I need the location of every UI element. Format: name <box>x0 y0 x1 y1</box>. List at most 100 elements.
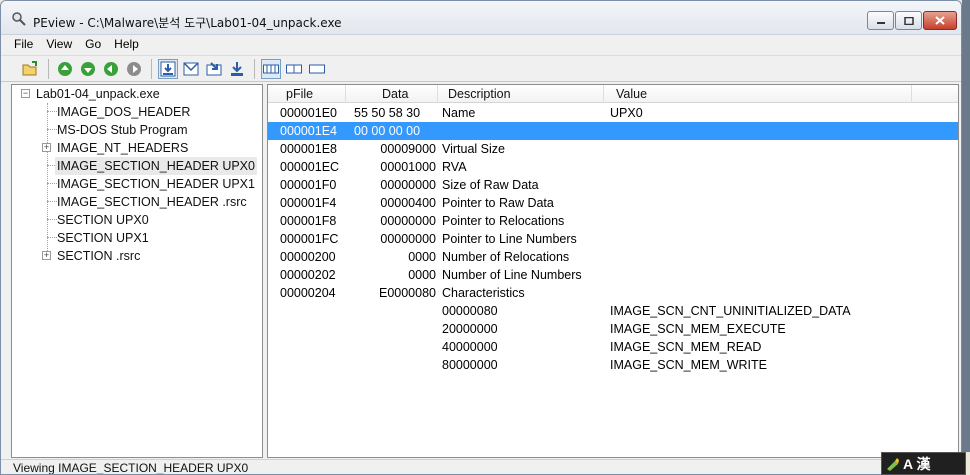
column-header-value[interactable]: Value <box>604 85 912 103</box>
view-export-button[interactable] <box>227 59 247 79</box>
tree-expand-toggle[interactable]: + <box>42 251 51 260</box>
tree-item-dos-header[interactable]: IMAGE_DOS_HEADER <box>57 103 190 121</box>
tree-item-section-upx0[interactable]: SECTION UPX0 <box>57 211 149 229</box>
desktop-background <box>962 0 970 452</box>
minimize-button[interactable] <box>867 11 894 30</box>
tree-connector <box>47 129 57 130</box>
status-text: Viewing IMAGE_SECTION_HEADER UPX0 <box>13 461 249 475</box>
cell-value: IMAGE_SCN_MEM_WRITE <box>610 358 767 372</box>
cell-description: 80000000 <box>442 358 498 372</box>
table-row[interactable]: 00000204 E0000080 Characteristics <box>268 284 958 302</box>
view-byte-button[interactable] <box>261 58 281 79</box>
table-row[interactable]: 00000080 IMAGE_SCN_CNT_UNINITIALIZED_DATA <box>268 302 958 320</box>
table-row[interactable]: 00000200 0000 Number of Relocations <box>268 248 958 266</box>
home-icon <box>58 61 72 76</box>
tree-item-dos-stub[interactable]: MS-DOS Stub Program <box>57 121 188 139</box>
title-bar[interactable]: PEview - C:\Malware\분석 도구\Lab01-04_unpac… <box>1 1 961 35</box>
column-header-pfile[interactable]: pFile <box>268 85 346 103</box>
forward-button[interactable] <box>101 59 121 79</box>
cell-description: Pointer to Relocations <box>442 214 565 228</box>
cell-data: 0000 <box>408 268 436 282</box>
cell-description: Number of Relocations <box>442 250 570 264</box>
cell-description: Virtual Size <box>442 142 505 156</box>
table-row[interactable]: 000001E0 55 50 58 30 Name UPX0 <box>268 104 958 122</box>
view-word-button[interactable] <box>284 59 304 79</box>
table-row[interactable]: 000001F0 00000000 Size of Raw Data <box>268 176 958 194</box>
table-row-selected[interactable]: 000001E4 00 00 00 00 <box>268 122 958 140</box>
cell-description: Characteristics <box>442 286 525 300</box>
table-row[interactable]: 00000202 0000 Number of Line Numbers <box>268 266 958 284</box>
cell-description: 40000000 <box>442 340 498 354</box>
table-row[interactable]: 000001EC 00001000 RVA <box>268 158 958 176</box>
tree-expand-toggle[interactable]: + <box>42 143 51 152</box>
next-button[interactable] <box>124 59 144 79</box>
tree-connector <box>47 165 55 166</box>
menu-view[interactable]: View <box>41 35 77 53</box>
ime-toolbar[interactable]: A 漢 <box>881 452 966 475</box>
table-row[interactable]: 80000000 IMAGE_SCN_MEM_WRITE <box>268 356 958 374</box>
view-dword-icon <box>309 64 325 73</box>
view-header-icon <box>183 61 199 75</box>
home-button[interactable] <box>55 59 75 79</box>
close-button[interactable] <box>923 11 957 30</box>
view-header-button[interactable] <box>181 59 201 79</box>
tree-item-section-header-upx0[interactable]: IMAGE_SECTION_HEADER UPX0 <box>55 157 257 175</box>
close-icon <box>935 16 945 25</box>
list-header: pFile Data Description Value <box>268 85 958 103</box>
table-row[interactable]: 000001F8 00000000 Pointer to Relocations <box>268 212 958 230</box>
status-bar: Viewing IMAGE_SECTION_HEADER UPX0 <box>1 459 961 475</box>
table-row[interactable]: 000001E8 00009000 Virtual Size <box>268 140 958 158</box>
main-window: PEview - C:\Malware\분석 도구\Lab01-04_unpac… <box>0 0 962 475</box>
tree-connector <box>47 183 57 184</box>
cell-data: E0000080 <box>378 286 436 300</box>
table-row[interactable]: 000001F4 00000400 Pointer to Raw Data <box>268 194 958 212</box>
tree-item-section-header-upx1[interactable]: IMAGE_SECTION_HEADER UPX1 <box>57 175 255 193</box>
tree-connector <box>47 201 57 202</box>
tree-item-section-upx1[interactable]: SECTION UPX1 <box>57 229 149 247</box>
maximize-button[interactable] <box>895 11 922 30</box>
cell-data: 00000000 <box>380 178 436 192</box>
cell-pfile: 000001F8 <box>280 214 337 228</box>
table-row[interactable]: 000001FC 00000000 Pointer to Line Numbers <box>268 230 958 248</box>
menu-help[interactable]: Help <box>109 35 144 53</box>
column-header-description[interactable]: Description <box>438 85 604 103</box>
view-dword-button[interactable] <box>307 59 327 79</box>
table-row[interactable]: 20000000 IMAGE_SCN_MEM_EXECUTE <box>268 320 958 338</box>
cell-data: 00000000 <box>380 232 436 246</box>
cell-description: RVA <box>442 160 467 174</box>
toolbar-separator <box>151 58 152 79</box>
tree-connector <box>47 103 48 257</box>
cell-value: IMAGE_SCN_CNT_UNINITIALIZED_DATA <box>610 304 851 318</box>
tree-item-section-rsrc[interactable]: SECTION .rsrc <box>57 247 140 265</box>
section-tree[interactable]: − Lab01-04_unpack.exe IMAGE_DOS_HEADER M… <box>11 84 263 458</box>
view-export-icon <box>231 61 243 76</box>
column-header-data[interactable]: Data <box>346 85 438 103</box>
ime-tool-icon <box>887 457 899 471</box>
menu-file[interactable]: File <box>9 35 38 53</box>
minimize-icon <box>876 21 885 24</box>
table-row[interactable]: 40000000 IMAGE_SCN_MEM_READ <box>268 338 958 356</box>
detail-list[interactable]: pFile Data Description Value 000001E0 55 … <box>267 84 959 458</box>
cell-data: 55 50 58 30 <box>354 106 421 120</box>
menu-go[interactable]: Go <box>80 35 106 53</box>
view-hex-button[interactable] <box>158 58 178 79</box>
tree-item-root[interactable]: Lab01-04_unpack.exe <box>36 85 160 103</box>
cell-data: 00001000 <box>380 160 436 174</box>
cell-pfile: 00000200 <box>280 250 336 264</box>
back-button[interactable] <box>78 59 98 79</box>
tree-item-section-header-rsrc[interactable]: IMAGE_SECTION_HEADER .rsrc <box>57 193 247 211</box>
view-section-button[interactable] <box>204 59 224 79</box>
cell-pfile: 000001F0 <box>280 178 337 192</box>
back-icon <box>81 61 95 76</box>
tree-collapse-toggle[interactable]: − <box>21 89 30 98</box>
tree-item-nt-headers[interactable]: IMAGE_NT_HEADERS <box>57 139 188 157</box>
open-button[interactable] <box>21 59 41 79</box>
tree-connector <box>47 111 57 112</box>
view-byte-icon <box>263 64 279 73</box>
next-icon <box>127 61 141 76</box>
menu-bar: File View Go Help <box>1 35 961 53</box>
cell-value: IMAGE_SCN_MEM_EXECUTE <box>610 322 786 336</box>
forward-icon <box>104 61 118 76</box>
cell-description: Size of Raw Data <box>442 178 539 192</box>
app-magnifier-icon <box>12 12 26 26</box>
